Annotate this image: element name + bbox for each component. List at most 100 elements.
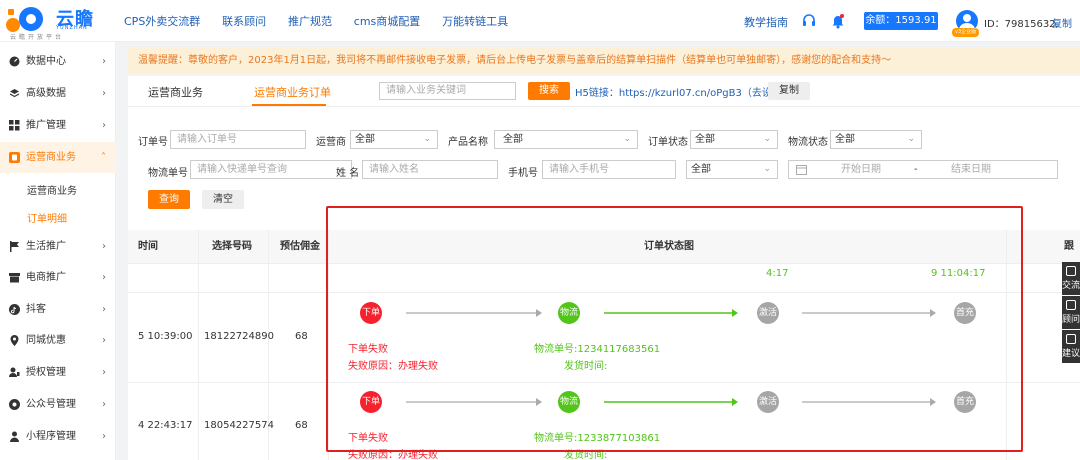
version-badge: v3企业版 xyxy=(952,28,980,37)
operator-select[interactable]: 全部 ⌄ xyxy=(350,130,438,149)
order-fail-text: 下单失败 xyxy=(348,344,388,355)
h5-link[interactable]: H5链接：https://kzurl07.cn/oPgB3（去设置） xyxy=(575,84,792,99)
miniprogram-icon xyxy=(10,431,19,442)
sidebar-item-label: 公众号管理 xyxy=(26,399,76,410)
float-advisor-label: 顾问 xyxy=(1062,315,1080,325)
bell-icon[interactable] xyxy=(831,13,845,29)
operator-select-value: 全部 xyxy=(355,134,375,145)
sidebar-item-label: 生活推广 xyxy=(26,241,66,252)
logistics-no-text: 物流单号:1233877103861 xyxy=(534,433,661,444)
name-label: 姓 名 xyxy=(336,168,360,179)
order-status-select[interactable]: 全部 ⌄ xyxy=(690,130,778,149)
layers-icon xyxy=(9,89,20,98)
sidebar-item-life-promo[interactable]: 生活推广 › xyxy=(0,231,116,262)
nav-link-tool[interactable]: 万能转链工具 xyxy=(442,13,508,29)
order-no-input[interactable]: 请输入订单号 xyxy=(170,130,306,149)
column-divider xyxy=(198,230,199,460)
balance-button[interactable]: 余额：1593.91 xyxy=(864,12,938,30)
start-date[interactable]: 开始日期 xyxy=(841,161,881,178)
sidebar-item-official-account[interactable]: 公众号管理 › xyxy=(0,389,116,420)
step-order-node: 下单 xyxy=(360,302,382,324)
logo-subtext: YUNZHAN xyxy=(56,25,88,31)
step-first-recharge-node: 首充 xyxy=(954,302,976,324)
chevron-right-icon: › xyxy=(102,88,106,99)
logistics-status-select-value: 全部 xyxy=(835,134,855,145)
step-arrow-gray xyxy=(406,309,542,317)
nav-promo-rules[interactable]: 推广规范 xyxy=(288,13,332,29)
sidebar-item-advanced-data[interactable]: 高级数据 › xyxy=(0,78,116,109)
nav-cms-config[interactable]: cms商城配置 xyxy=(354,13,421,29)
sidebar-item-douke[interactable]: 抖客 › xyxy=(0,294,116,325)
th-commission: 预估佣金 xyxy=(280,241,320,252)
clear-button[interactable]: 清空 xyxy=(202,190,244,209)
tab-carrier-business[interactable]: 运营商业务 xyxy=(148,84,203,100)
end-date[interactable]: 结束日期 xyxy=(951,161,991,178)
sidebar-item-data-center[interactable]: 数据中心 › xyxy=(0,46,116,77)
ship-time-text: 发货时间: xyxy=(564,450,608,460)
sidebar-item-ecom-promo[interactable]: 电商推广 › xyxy=(0,262,116,293)
search-button[interactable]: 搜索 xyxy=(528,82,570,100)
product-select[interactable]: 全部 ⌄ xyxy=(494,130,638,149)
logistics-status-label: 物流状态 xyxy=(788,137,828,148)
name-input[interactable]: 请输入姓名 xyxy=(362,160,498,179)
tab-carrier-orders[interactable]: 运营商业务订单 xyxy=(254,84,331,100)
nav-contact-advisor[interactable]: 联系顾问 xyxy=(222,13,266,29)
chevron-right-icon: › xyxy=(102,367,106,378)
grid-icon xyxy=(9,120,20,131)
guide-link[interactable]: 教学指南 xyxy=(744,14,788,30)
logistics-no-input[interactable]: 请输入快递单号查询 xyxy=(190,160,352,179)
step-first-recharge-node: 首充 xyxy=(954,391,976,413)
th-status-chart: 订单状态图 xyxy=(644,241,694,252)
sidebar-item-miniprogram[interactable]: 小程序管理 › xyxy=(0,421,116,452)
content-card: 运营商业务 运营商业务订单 请输入业务关键词 搜索 H5链接：https://k… xyxy=(128,76,1080,460)
chevron-right-icon: › xyxy=(102,335,106,346)
sidebar-item-label: 高级数据 xyxy=(26,88,66,99)
chevron-right-icon: › xyxy=(102,56,106,67)
sidebar-item-carrier[interactable]: 运营商业务 ˄ xyxy=(0,142,116,173)
sidebar-item-label: 小程序管理 xyxy=(26,431,76,442)
customer-service-icon[interactable] xyxy=(802,14,816,28)
sidebar-subitem-order-detail[interactable]: 订单明细 xyxy=(27,210,67,225)
sidebar-item-promo-manage[interactable]: 推广管理 › xyxy=(0,110,116,141)
float-suggest-button[interactable]: 建议 xyxy=(1062,330,1080,363)
phone-input[interactable]: 请输入手机号 xyxy=(542,160,676,179)
row-time: 5 10:39:00 xyxy=(138,331,193,342)
copy-h5-button[interactable]: 复制 xyxy=(768,82,810,100)
sidebar-subitem-carrier-business[interactable]: 运营商业务 xyxy=(27,182,77,197)
keyword-search-input[interactable]: 请输入业务关键词 xyxy=(379,82,516,100)
sidebar-item-label: 抖客 xyxy=(26,304,46,315)
row-commission: 68 xyxy=(295,420,308,431)
chevron-right-icon: › xyxy=(102,120,106,131)
row-number: 18122724890 xyxy=(204,331,274,342)
flag-icon xyxy=(10,241,19,252)
chevron-down-icon: ⌄ xyxy=(763,164,771,174)
query-button[interactable]: 查询 xyxy=(148,190,190,209)
date-separator: - xyxy=(914,164,918,175)
chevron-up-icon: ˄ xyxy=(101,152,106,163)
chevron-right-icon: › xyxy=(102,241,106,252)
wechat-official-icon xyxy=(9,399,20,410)
sidebar-item-auth-manage[interactable]: 授权管理 › xyxy=(0,357,116,388)
logo-mark-icon xyxy=(6,7,43,32)
copy-id-link[interactable]: 复制 xyxy=(1052,15,1072,30)
logistics-status-select[interactable]: 全部 ⌄ xyxy=(830,130,922,149)
carrier-icon xyxy=(9,152,20,163)
phone-match-select[interactable]: 全部 ⌄ xyxy=(686,160,778,179)
sidebar-item-label: 电商推广 xyxy=(26,272,66,283)
step-activate-node: 激活 xyxy=(757,391,779,413)
date-range-picker[interactable]: 开始日期 - 结束日期 xyxy=(788,160,1058,179)
float-chat-button[interactable]: 交流 xyxy=(1062,262,1080,295)
step-arrow-gray xyxy=(802,398,936,406)
chat-icon xyxy=(1066,266,1076,276)
nav-cps-group[interactable]: CPS外卖交流群 xyxy=(124,13,200,29)
order-fail-text: 下单失败 xyxy=(348,433,388,444)
logo[interactable]: 云瞻 YUNZHAN 云瞻开放平台 xyxy=(6,2,114,41)
float-advisor-button[interactable]: 顾问 xyxy=(1062,296,1080,329)
partial-time-2: 9 11:04:17 xyxy=(931,268,986,279)
chevron-down-icon: ⌄ xyxy=(907,134,915,144)
sidebar-item-label: 数据中心 xyxy=(26,56,66,67)
edit-icon xyxy=(1066,334,1076,344)
product-label: 产品名称 xyxy=(448,137,488,148)
sidebar-item-local-deals[interactable]: 同城优惠 › xyxy=(0,325,116,356)
step-arrow-gray xyxy=(406,398,542,406)
